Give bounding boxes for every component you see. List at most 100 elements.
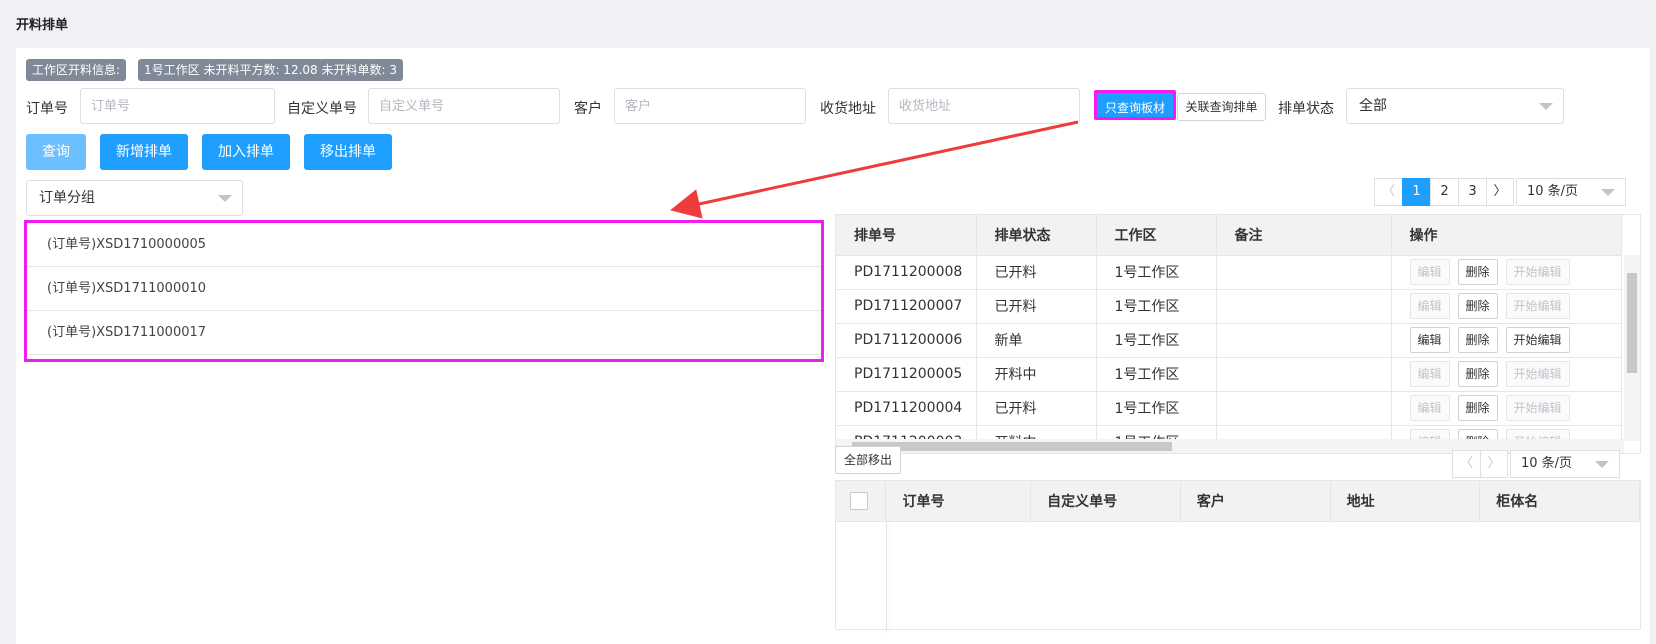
- related-query-toggle[interactable]: 关联查询排单: [1177, 93, 1266, 121]
- column-header[interactable]: 自定义单号: [1030, 481, 1181, 522]
- schedule-table: 排单号 排单状态 工作区 备注 操作 PD1711200008 已开料 1号工作区编…: [835, 214, 1641, 454]
- prev-page-button[interactable]: 〈: [1452, 450, 1480, 478]
- page-size-value: 10 条/页: [1521, 456, 1573, 471]
- remove-schedule-button[interactable]: 移出排单: [304, 134, 392, 170]
- table-cell: 已开料: [976, 289, 1097, 324]
- prev-page-button[interactable]: 〈: [1374, 178, 1402, 206]
- vertical-scrollbar[interactable]: [1624, 255, 1640, 441]
- info-label-tag: 工作区开料信息:: [26, 59, 127, 81]
- add-schedule-button[interactable]: 新增排单: [100, 134, 188, 170]
- board-only-toggle[interactable]: 只查询板材: [1094, 90, 1176, 120]
- edit-button[interactable]: 编辑: [1409, 259, 1450, 285]
- scrollbar-thumb[interactable]: [1627, 273, 1637, 373]
- list-item[interactable]: (订单号)XSD1711000010: [27, 267, 821, 311]
- table-cell: [1216, 391, 1392, 426]
- address-input[interactable]: [888, 88, 1080, 124]
- page-button-2[interactable]: 2: [1430, 178, 1458, 206]
- column-header[interactable]: 地址: [1330, 481, 1481, 522]
- table-row[interactable]: PD1711200006 新单 1号工作区 编辑 删除 开始编辑: [836, 323, 1622, 358]
- delete-button[interactable]: 删除: [1457, 293, 1498, 319]
- select-all-cell: [836, 481, 887, 522]
- select-all-checkbox[interactable]: [850, 491, 868, 510]
- table-cell: [1216, 289, 1392, 324]
- table-cell: PD1711200006: [836, 323, 977, 358]
- table-cell: 已开料: [976, 255, 1097, 290]
- list-item[interactable]: (订单号)XSD1710000005: [27, 223, 821, 267]
- ops-cell: 编辑删除开始编辑: [1391, 255, 1622, 290]
- customer-label: 客户: [574, 101, 602, 117]
- column-header[interactable]: 客户: [1180, 481, 1331, 522]
- main-panel: 工作区开料信息: 1号工作区 未开料平方数: 12.08 未开料单数: 3 订单…: [16, 48, 1650, 644]
- column-header[interactable]: 柜体名: [1479, 481, 1640, 522]
- table-cell: 1号工作区: [1096, 357, 1217, 392]
- list-item[interactable]: (订单号)XSD1711000017: [27, 311, 821, 355]
- table-cell: [1216, 357, 1392, 392]
- table-cell: 1号工作区: [1096, 391, 1217, 426]
- table-cell: [1216, 255, 1392, 290]
- start-edit-button[interactable]: 开始编辑: [1505, 361, 1570, 387]
- edit-button[interactable]: 编辑: [1409, 395, 1450, 421]
- next-page-button[interactable]: 〉: [1480, 450, 1508, 478]
- table-cell: 1号工作区: [1096, 255, 1217, 290]
- next-page-button[interactable]: 〉: [1486, 178, 1514, 206]
- table-cell: 开料中: [976, 357, 1097, 392]
- start-edit-button[interactable]: 开始编辑: [1505, 259, 1570, 285]
- address-label: 收货地址: [820, 101, 876, 117]
- page-size-select[interactable]: 10 条/页: [1516, 178, 1626, 206]
- query-button[interactable]: 查询: [26, 134, 86, 170]
- chevron-down-icon: [1595, 461, 1609, 468]
- table-cell: 1号工作区: [1096, 289, 1217, 324]
- column-header: 操作: [1391, 215, 1622, 256]
- custom-no-label: 自定义单号: [287, 101, 357, 117]
- info-summary-tag: 1号工作区 未开料平方数: 12.08 未开料单数: 3: [138, 59, 403, 81]
- column-header[interactable]: 备注: [1216, 215, 1392, 256]
- table-cell: PD1711200007: [836, 289, 977, 324]
- delete-button[interactable]: 删除: [1457, 327, 1498, 353]
- table-cell: 新单: [976, 323, 1097, 358]
- status-select[interactable]: 全部: [1346, 88, 1564, 124]
- column-header[interactable]: 工作区: [1096, 215, 1217, 256]
- ops-cell: 编辑删除开始编辑: [1391, 357, 1622, 392]
- order-no-label: 订单号: [26, 101, 68, 117]
- delete-button[interactable]: 删除: [1457, 361, 1498, 387]
- table-row[interactable]: PD1711200004 已开料 1号工作区 编辑 删除 开始编辑: [836, 391, 1622, 426]
- page-size-value: 10 条/页: [1527, 184, 1579, 199]
- column-header[interactable]: 排单号: [836, 215, 977, 256]
- table-cell: 已开料: [976, 391, 1097, 426]
- table-row[interactable]: PD1711200005 开料中 1号工作区 编辑 删除 开始编辑: [836, 357, 1622, 392]
- group-select[interactable]: 订单分组: [26, 180, 243, 216]
- order-pager: 〈 〉 10 条/页: [1452, 450, 1620, 478]
- table-cell: PD1711200005: [836, 357, 977, 392]
- edit-button[interactable]: 编辑: [1409, 293, 1450, 319]
- page-title: 开料排单: [16, 18, 69, 33]
- start-edit-button[interactable]: 开始编辑: [1505, 327, 1570, 353]
- start-edit-button[interactable]: 开始编辑: [1505, 395, 1570, 421]
- chevron-down-icon: [1539, 103, 1553, 110]
- table-row[interactable]: PD1711200007 已开料 1号工作区 编辑 删除 开始编辑: [836, 289, 1622, 324]
- page-size-select[interactable]: 10 条/页: [1510, 450, 1620, 478]
- table-row[interactable]: PD1711200008 已开料 1号工作区 编辑 删除 开始编辑: [836, 255, 1622, 290]
- order-no-input[interactable]: [80, 88, 275, 124]
- column-header[interactable]: 排单状态: [976, 215, 1097, 256]
- column-header[interactable]: 订单号: [885, 481, 1032, 522]
- delete-button[interactable]: 删除: [1457, 395, 1498, 421]
- join-schedule-button[interactable]: 加入排单: [202, 134, 290, 170]
- customer-input[interactable]: [614, 88, 806, 124]
- edit-button[interactable]: 编辑: [1409, 361, 1450, 387]
- page-button-3[interactable]: 3: [1458, 178, 1486, 206]
- start-edit-button[interactable]: 开始编辑: [1505, 293, 1570, 319]
- delete-button[interactable]: 删除: [1457, 259, 1498, 285]
- chevron-down-icon: [1601, 189, 1615, 196]
- chevron-down-icon: [218, 195, 232, 202]
- remove-all-button[interactable]: 全部移出: [835, 446, 902, 474]
- ops-cell: 编辑删除开始编辑: [1391, 289, 1622, 324]
- ops-cell: 编辑删除开始编辑: [1391, 391, 1622, 426]
- table-cell: 1号工作区: [1096, 323, 1217, 358]
- custom-no-input[interactable]: [368, 88, 560, 124]
- page-button-1[interactable]: 1: [1402, 178, 1430, 206]
- group-select-value: 订单分组: [39, 190, 95, 206]
- order-table: 订单号 自定义单号 客户 地址 柜体名: [835, 480, 1641, 631]
- status-label: 排单状态: [1278, 101, 1334, 117]
- edit-button[interactable]: 编辑: [1409, 327, 1450, 353]
- table-cell: [1216, 323, 1392, 358]
